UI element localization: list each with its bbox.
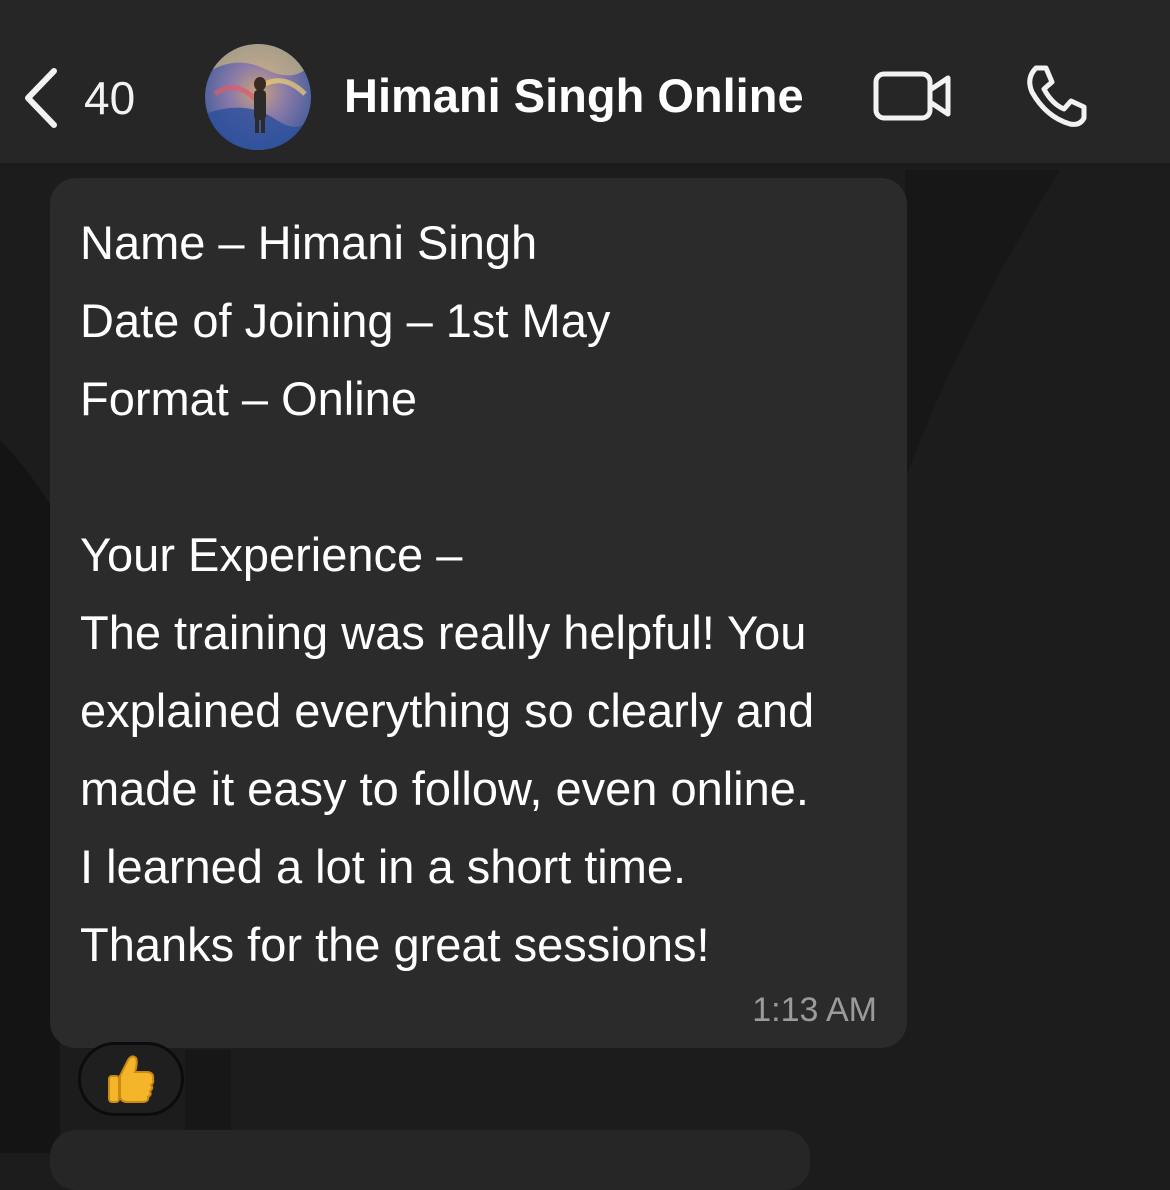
unread-count: 40	[84, 72, 136, 124]
contact-avatar[interactable]	[205, 44, 311, 150]
message-line: Thanks for the great sessions!	[80, 918, 710, 971]
video-camera-icon	[873, 71, 951, 121]
message-timestamp: 1:13 AM	[752, 991, 877, 1029]
chevron-left-icon	[25, 68, 57, 128]
thumbs-up-icon	[108, 1055, 155, 1103]
message-line: Date of Joining – 1st May	[80, 294, 611, 347]
message-line	[80, 438, 890, 516]
message-line: Format – Online	[80, 372, 417, 425]
phone-icon	[1027, 65, 1087, 127]
chat-header: 40 Himani Singh Online	[0, 0, 1170, 163]
voice-call-button[interactable]	[1022, 62, 1090, 130]
reaction-badge[interactable]	[78, 1042, 184, 1116]
video-call-button[interactable]	[872, 68, 954, 124]
next-message-bubble[interactable]	[50, 1130, 810, 1190]
message-line: made it easy to follow, even online.	[80, 762, 809, 815]
message-line: Name – Himani Singh	[80, 216, 538, 269]
contact-name[interactable]: Himani Singh Online	[344, 68, 804, 123]
message-text: Name – Himani Singh Date of Joining – 1s…	[80, 204, 890, 984]
back-button[interactable]: 40	[22, 62, 135, 134]
message-line: The training was really helpful! You	[80, 606, 807, 659]
message-bubble[interactable]: Name – Himani Singh Date of Joining – 1s…	[50, 178, 907, 1048]
message-line: I learned a lot in a short time.	[80, 840, 687, 893]
message-line: Your Experience –	[80, 528, 463, 581]
message-line: explained everything so clearly and	[80, 684, 815, 737]
